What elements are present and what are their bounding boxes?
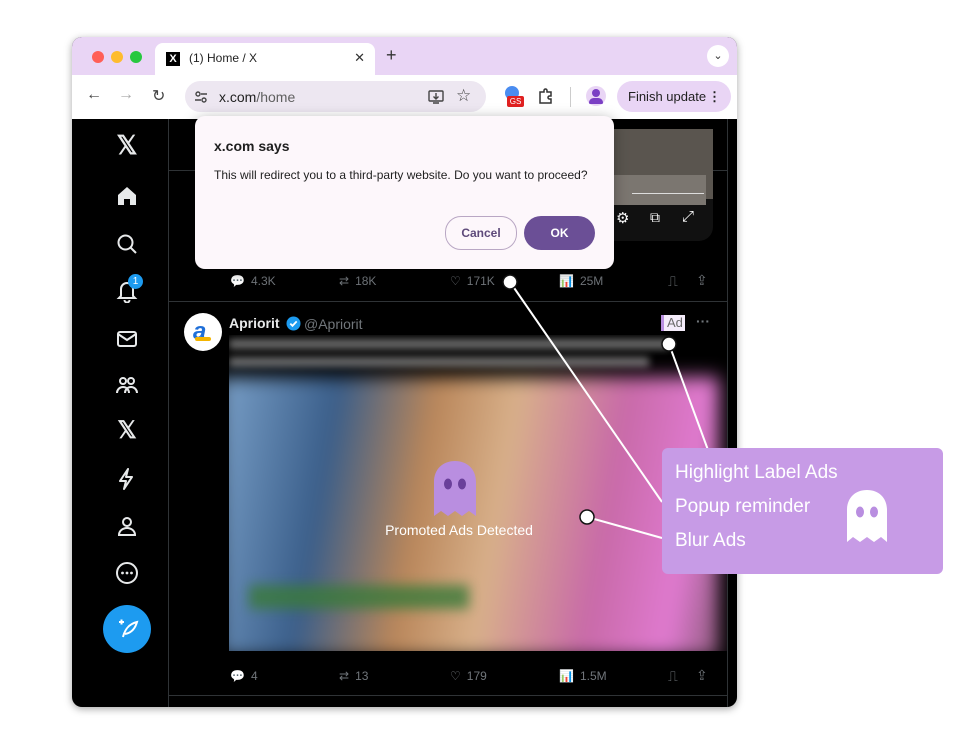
connector-blur <box>586 516 663 539</box>
connector-dot <box>502 274 518 290</box>
callout-connectors <box>502 274 709 539</box>
ghost-logo-icon <box>847 490 887 542</box>
connector-popup <box>509 281 663 503</box>
feature-highlight-label-ads: Highlight Label Ads <box>675 462 838 483</box>
connector-dot <box>579 509 595 525</box>
connector-label <box>668 343 709 451</box>
feature-popup-reminder: Popup reminder <box>675 496 811 517</box>
feature-blur-ads: Blur Ads <box>675 530 746 551</box>
connector-dot <box>661 336 677 352</box>
feature-callout: Highlight Label Ads Popup reminder Blur … <box>662 448 943 574</box>
